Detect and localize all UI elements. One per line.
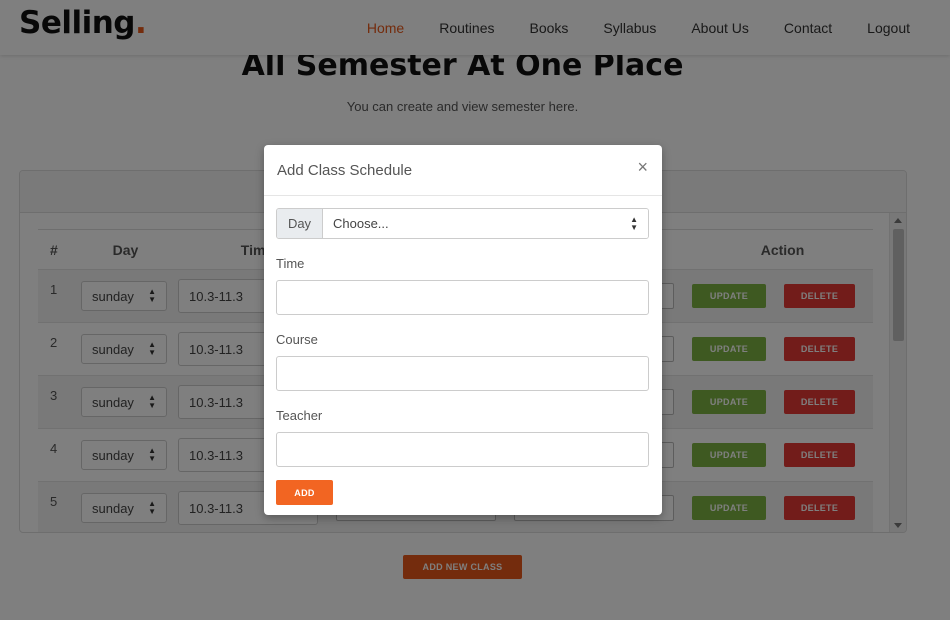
day-select[interactable]: Choose... ▲ ▼ — [323, 209, 648, 238]
modal-title: Add Class Schedule — [277, 162, 413, 179]
teacher-input[interactable] — [276, 432, 649, 467]
modal-body: Day Choose... ▲ ▼ Time Course Teacher ADD — [264, 196, 662, 505]
course-input[interactable] — [276, 356, 649, 391]
course-label: Course — [276, 332, 318, 347]
day-input-group: Day Choose... ▲ ▼ — [276, 208, 649, 239]
close-icon[interactable]: × — [637, 158, 648, 176]
select-caret-icon: ▲▼ — [630, 214, 638, 232]
time-input[interactable] — [276, 280, 649, 315]
add-button[interactable]: ADD — [276, 480, 333, 505]
teacher-label: Teacher — [276, 408, 323, 423]
time-label: Time — [276, 256, 305, 271]
modal-header: Add Class Schedule × — [264, 145, 662, 196]
add-class-schedule-modal: Add Class Schedule × Day Choose... ▲ ▼ Tim… — [264, 145, 662, 515]
day-addon-label: Day — [277, 209, 323, 238]
day-select-value: Choose... — [333, 216, 389, 231]
